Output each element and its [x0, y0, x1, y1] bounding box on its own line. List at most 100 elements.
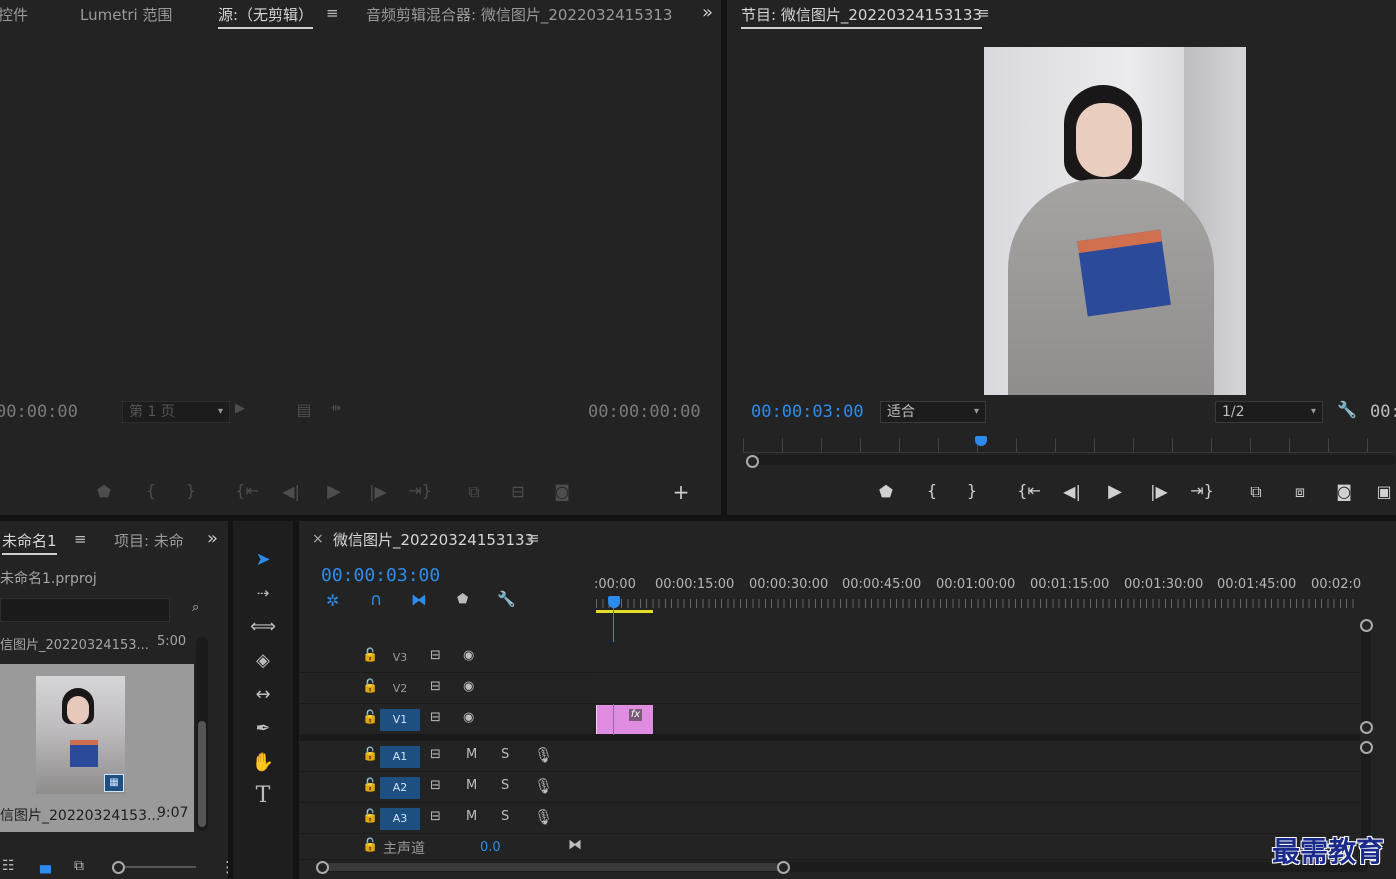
- lane-a2[interactable]: [595, 772, 1360, 803]
- track-label[interactable]: V3: [380, 647, 420, 669]
- timeline-playhead[interactable]: [608, 596, 620, 608]
- wrench-icon[interactable]: 🔧: [1335, 400, 1359, 419]
- mark-in-icon[interactable]: {: [139, 481, 163, 500]
- step-forward-icon[interactable]: |▶: [1147, 482, 1171, 501]
- track-header-master[interactable]: 🔓 主声道 0.0 ⧓: [300, 834, 595, 860]
- tab-source[interactable]: 源:（无剪辑）: [218, 4, 314, 29]
- panel-menu-icon[interactable]: ≡: [326, 4, 339, 22]
- go-to-out-icon[interactable]: ⇥}: [1190, 481, 1214, 500]
- selection-tool-icon[interactable]: ➤: [248, 545, 278, 575]
- go-to-in-icon[interactable]: {⇤: [235, 481, 259, 500]
- video-vertical-scrollbar[interactable]: [1361, 620, 1371, 732]
- tab-controls[interactable]: 控件: [0, 4, 28, 25]
- go-to-in-icon[interactable]: {⇤: [1017, 481, 1041, 500]
- lane-a3[interactable]: [595, 803, 1360, 834]
- list-item[interactable]: 信图片_20220324153... 5:00: [0, 634, 208, 653]
- type-tool-icon[interactable]: T: [248, 781, 278, 811]
- track-header-a3[interactable]: 🔓 A3 ⊟ M S 🎙: [300, 803, 595, 834]
- extract-icon[interactable]: ⧈: [1288, 482, 1312, 502]
- drag-audio-icon[interactable]: ⇻: [324, 401, 348, 416]
- track-header-a2[interactable]: 🔓 A2 ⊟ M S 🎙: [300, 772, 595, 803]
- lane-v1[interactable]: [595, 704, 1360, 735]
- work-area-bar[interactable]: [596, 610, 653, 613]
- solo-button[interactable]: S: [501, 809, 509, 824]
- fit-dropdown[interactable]: 适合 ▾: [880, 401, 986, 423]
- play-icon[interactable]: ▶: [1103, 481, 1127, 502]
- list-view-icon[interactable]: ☷: [2, 858, 15, 874]
- play-icon[interactable]: ▶: [322, 481, 346, 502]
- zoom-slider[interactable]: [118, 866, 196, 868]
- lock-icon[interactable]: 🔓: [362, 679, 378, 694]
- eye-icon[interactable]: ◉: [463, 648, 474, 663]
- track-label[interactable]: V1: [380, 709, 420, 731]
- timeline-tab-title[interactable]: 微信图片_20220324153133: [333, 529, 534, 550]
- film-strip-icon[interactable]: ▤: [292, 400, 316, 419]
- tab-project-untitled[interactable]: 未命名1: [2, 530, 57, 555]
- add-marker-icon[interactable]: ⬟: [457, 592, 468, 607]
- go-to-end-icon[interactable]: ⧓: [568, 837, 582, 853]
- track-label[interactable]: V2: [380, 678, 420, 700]
- tab-lumetri-scopes[interactable]: Lumetri 范围: [80, 4, 172, 25]
- razor-tool-icon[interactable]: ◈: [248, 646, 278, 676]
- snap-icon[interactable]: ∩: [370, 590, 382, 610]
- overflow-chevron-icon[interactable]: »: [207, 528, 218, 549]
- step-forward-icon[interactable]: |▶: [366, 482, 390, 501]
- panel-menu-icon[interactable]: ≡: [977, 4, 990, 22]
- sync-lock-icon[interactable]: ⊟: [430, 778, 441, 793]
- play-small-icon[interactable]: ▶: [228, 401, 252, 416]
- tab-project-other[interactable]: 项目: 未命: [114, 530, 184, 551]
- track-label[interactable]: A1: [380, 746, 420, 768]
- step-back-icon[interactable]: ◀|: [279, 482, 303, 501]
- sync-lock-icon[interactable]: ⊟: [430, 710, 441, 725]
- linked-selection-icon[interactable]: ⧓: [411, 590, 427, 609]
- master-volume-value[interactable]: 0.0: [480, 840, 501, 855]
- nest-toggle-icon[interactable]: ✲: [326, 591, 339, 610]
- lock-icon[interactable]: 🔓: [362, 778, 378, 793]
- project-scrollbar-thumb[interactable]: [198, 721, 206, 827]
- microphone-icon[interactable]: 🎙: [534, 746, 553, 764]
- track-header-v3[interactable]: 🔓 V3 ⊟ ◉: [300, 642, 595, 673]
- video-clip[interactable]: fx: [596, 705, 653, 734]
- track-header-v2[interactable]: 🔓 V2 ⊟ ◉: [300, 673, 595, 704]
- sync-lock-icon[interactable]: ⊟: [430, 747, 441, 762]
- lane-v2[interactable]: [595, 673, 1360, 704]
- video-scroll-handle-bottom[interactable]: [1360, 721, 1373, 734]
- mark-in-icon[interactable]: {: [920, 481, 944, 500]
- mute-button[interactable]: M: [466, 778, 477, 793]
- microphone-icon[interactable]: 🎙: [534, 808, 553, 826]
- ripple-edit-tool-icon[interactable]: ⟺: [248, 612, 278, 642]
- source-page-dropdown[interactable]: 第 1 页 ▾: [122, 401, 230, 423]
- project-scrollbar[interactable]: [196, 637, 208, 831]
- h-scroll-handle-left[interactable]: [316, 861, 329, 874]
- lane-a1[interactable]: [595, 741, 1360, 772]
- program-scroll-handle[interactable]: [746, 455, 759, 468]
- icon-view-icon[interactable]: ▄: [40, 858, 51, 874]
- add-marker-icon[interactable]: ⬟: [92, 482, 116, 501]
- pen-tool-icon[interactable]: ✒: [248, 714, 278, 744]
- panel-menu-icon[interactable]: ≡: [74, 530, 87, 548]
- mute-button[interactable]: M: [466, 747, 477, 762]
- program-scroll-track[interactable]: [747, 455, 1396, 465]
- find-icon[interactable]: ⌕: [192, 600, 199, 615]
- mark-out-icon[interactable]: }: [960, 481, 984, 500]
- track-header-a1[interactable]: 🔓 A1 ⊟ M S 🎙: [300, 741, 595, 772]
- lift-icon[interactable]: ⧉: [1244, 482, 1268, 502]
- hand-tool-icon[interactable]: ✋: [248, 748, 278, 778]
- lock-icon[interactable]: 🔓: [362, 648, 378, 663]
- slip-tool-icon[interactable]: ↔: [248, 680, 278, 710]
- solo-button[interactable]: S: [501, 778, 509, 793]
- insert-icon[interactable]: ⧉: [462, 482, 486, 502]
- close-icon[interactable]: ×: [312, 531, 324, 547]
- h-scroll-handle-right[interactable]: [777, 861, 790, 874]
- solo-button[interactable]: S: [501, 747, 509, 762]
- lock-icon[interactable]: 🔓: [362, 710, 378, 725]
- timeline-horizontal-scrollbar[interactable]: [318, 862, 1368, 872]
- lane-master[interactable]: [595, 834, 1360, 860]
- track-label[interactable]: A2: [380, 777, 420, 799]
- freeform-view-icon[interactable]: ⧉: [74, 858, 84, 874]
- project-search-input[interactable]: [0, 598, 170, 622]
- sync-lock-icon[interactable]: ⊟: [430, 679, 441, 694]
- zoom-slider-handle[interactable]: [112, 861, 125, 874]
- add-marker-icon[interactable]: ⬟: [874, 482, 898, 501]
- lane-v3[interactable]: [595, 642, 1360, 673]
